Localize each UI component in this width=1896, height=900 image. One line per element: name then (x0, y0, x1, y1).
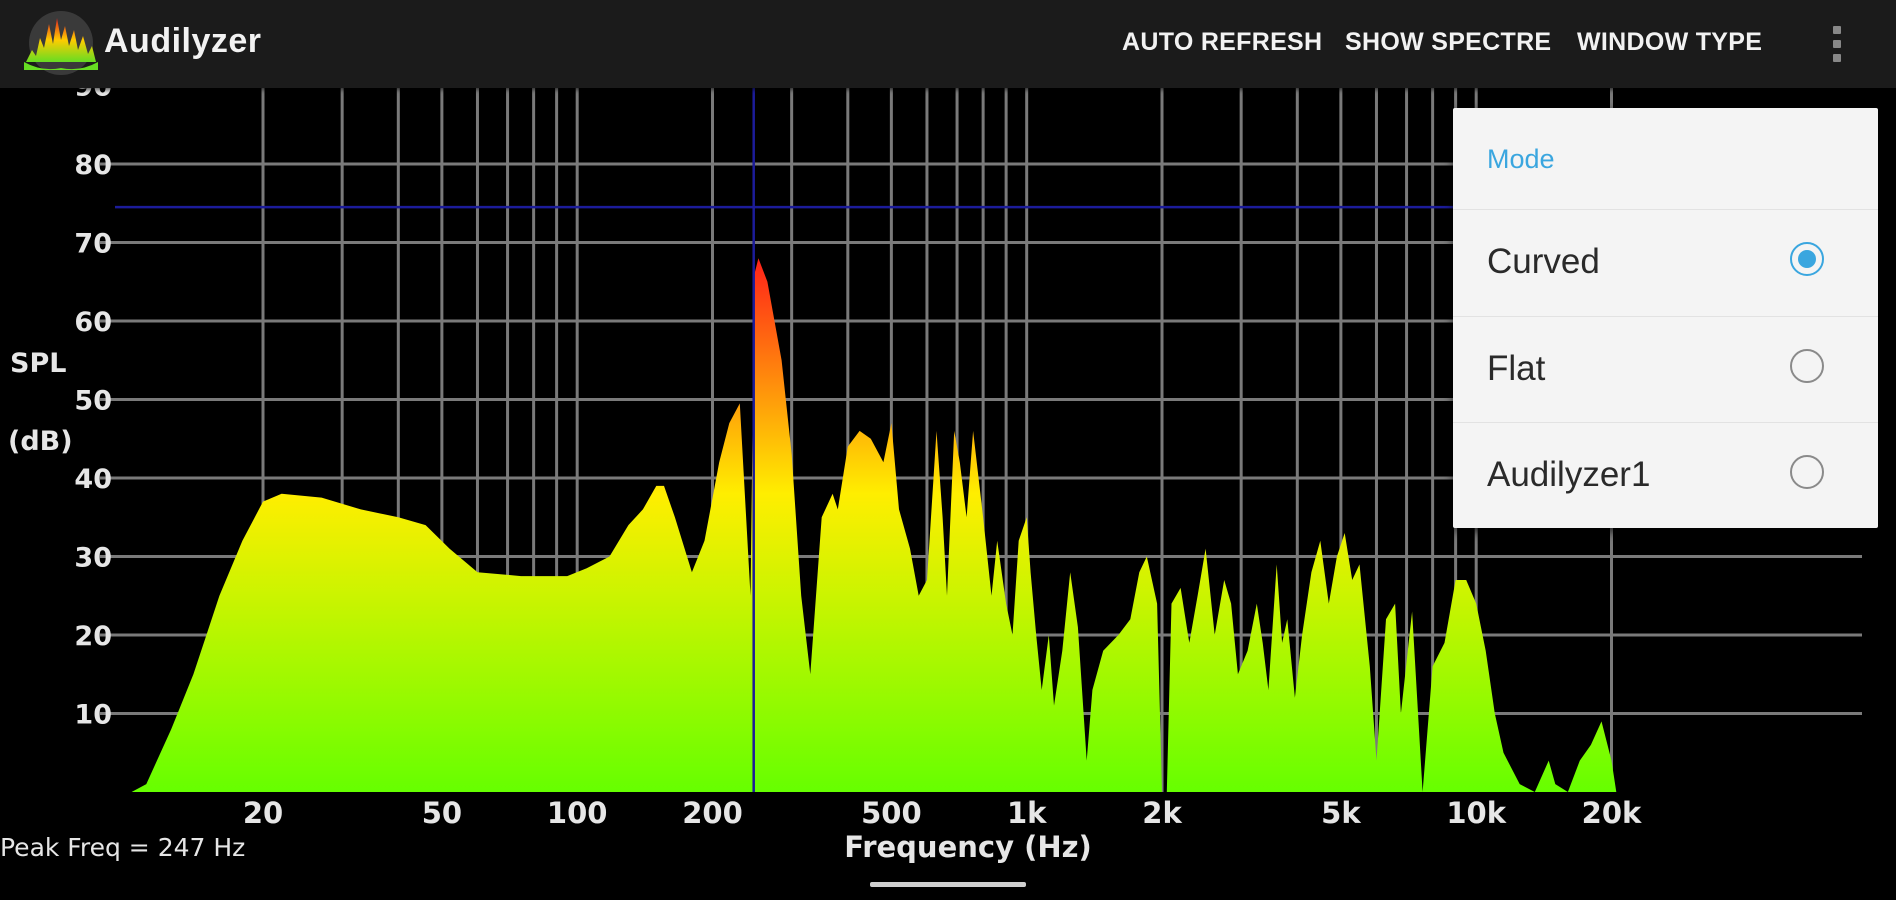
x-axis-ticks: 20 50 100 200 500 1k 2k 5k 10k 20k (243, 796, 1642, 830)
mode-popup-menu: Mode Curved Flat Audilyzer1 (1453, 108, 1878, 528)
app-logo-icon (24, 11, 98, 75)
x-tick-label: 5k (1321, 796, 1361, 830)
mode-option-audilyzer1[interactable]: Audilyzer1 (1453, 422, 1878, 529)
x-axis-label: Frequency (Hz) (844, 830, 1092, 864)
y-tick-label: 20 (74, 621, 112, 652)
auto-refresh-button[interactable]: AUTO REFRESH (1122, 28, 1322, 57)
x-tick-label: 10k (1446, 796, 1506, 830)
y-axis-label-unit: (dB) (8, 426, 73, 457)
radio-unchecked-icon[interactable] (1790, 349, 1824, 383)
app-bar: Audilyzer AUTO REFRESH SHOW SPECTRE WIND… (0, 0, 1896, 88)
y-tick-label: 10 (74, 700, 112, 731)
x-tick-label: 500 (861, 796, 922, 830)
spectrum-area (131, 258, 1617, 792)
window-type-button[interactable]: WINDOW TYPE (1577, 28, 1762, 57)
x-tick-label: 20 (243, 796, 283, 830)
overflow-menu-icon[interactable] (1822, 22, 1852, 70)
mode-menu-title: Mode (1487, 144, 1555, 174)
app-title: Audilyzer (104, 22, 262, 60)
mode-option-label: Curved (1487, 242, 1600, 281)
mode-option-flat[interactable]: Flat (1453, 316, 1878, 423)
mode-option-label: Flat (1487, 349, 1546, 388)
y-tick-label: 30 (74, 543, 112, 574)
y-tick-label: 50 (74, 386, 112, 417)
radio-unchecked-icon[interactable] (1790, 455, 1824, 489)
y-tick-label: 80 (74, 150, 112, 181)
y-tick-label: 40 (74, 464, 112, 495)
mode-option-label: Audilyzer1 (1487, 455, 1651, 494)
x-tick-label: 100 (547, 796, 608, 830)
y-axis-label-spl: SPL (10, 348, 66, 379)
x-tick-label: 50 (422, 796, 462, 830)
x-tick-label: 2k (1142, 796, 1182, 830)
show-spectre-button[interactable]: SHOW SPECTRE (1345, 28, 1551, 57)
x-tick-label: 1k (1007, 796, 1047, 830)
mode-option-curved[interactable]: Curved (1453, 209, 1878, 316)
y-tick-label: 60 (74, 307, 112, 338)
x-tick-label: 20k (1582, 796, 1642, 830)
y-tick-label: 70 (74, 229, 112, 260)
y-axis-ticks: 102030405060708090 (74, 72, 112, 731)
peak-frequency-readout: Peak Freq = 247 Hz (0, 833, 245, 862)
x-tick-label: 200 (682, 796, 743, 830)
radio-checked-icon[interactable] (1790, 242, 1824, 276)
scroll-indicator (870, 882, 1026, 887)
